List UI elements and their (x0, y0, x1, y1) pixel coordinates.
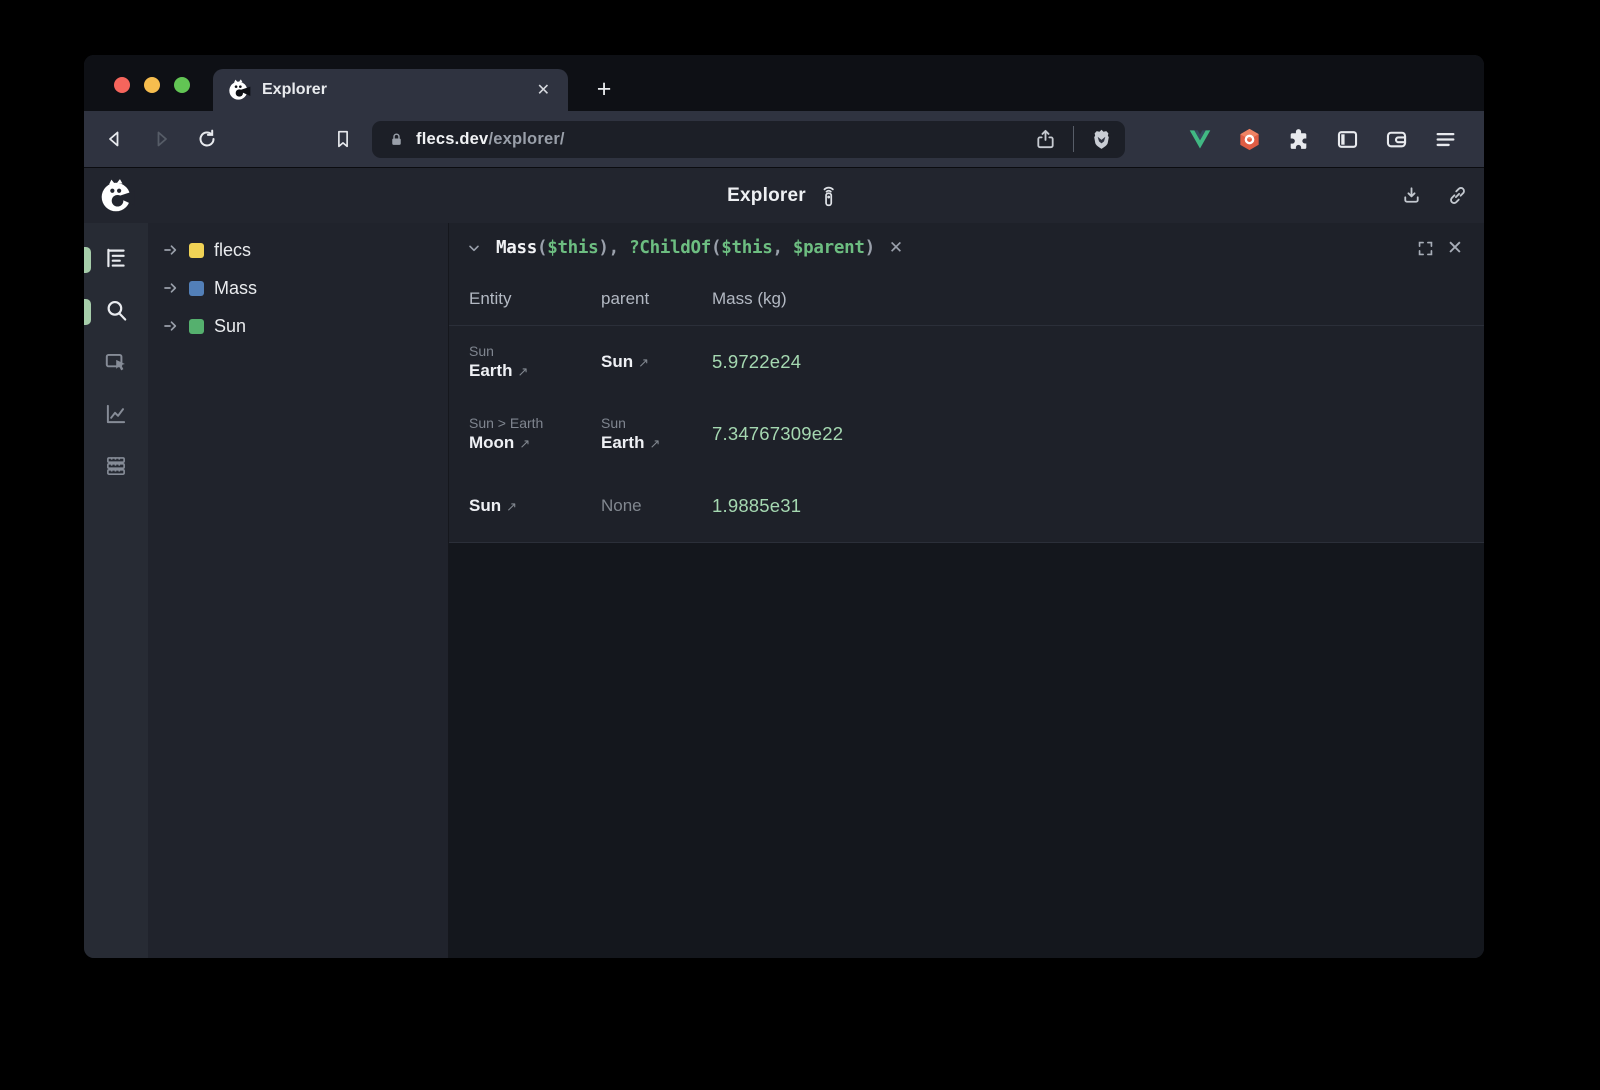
table-row: Sun > Earth Moon↗ Sun Earth↗ 7.34767309e… (449, 398, 1484, 470)
sidebar-item-journal[interactable] (95, 445, 137, 487)
parent-link[interactable]: Sun↗ (601, 351, 712, 373)
entity-tree-panel: flecs Mass Sun (148, 223, 448, 958)
active-panel-indicator (84, 247, 91, 273)
remote-connection-icon[interactable] (817, 183, 841, 209)
query-expression[interactable]: Mass($this), ?ChildOf($this, $parent) (496, 238, 875, 258)
tree-item-label: Mass (214, 278, 257, 299)
ne-arrow-icon: ↗ (519, 436, 530, 451)
extensions-puzzle-icon[interactable] (1285, 126, 1311, 152)
table-header: Entity parent Mass (kg) (449, 273, 1484, 326)
active-panel-indicator (84, 299, 91, 325)
ne-arrow-icon: ↗ (517, 364, 528, 379)
url-domain: flecs.dev (416, 130, 488, 148)
mass-value: 7.34767309e22 (712, 423, 1464, 445)
chevron-down-icon[interactable] (459, 233, 489, 263)
tree-item-label: Sun (214, 316, 246, 337)
ne-arrow-icon: ↗ (506, 499, 517, 514)
parent-none: None (601, 495, 712, 517)
table-row: Sun Earth↗ Sun↗ 5.9722e24 (449, 326, 1484, 398)
parent-cell: None (601, 495, 712, 517)
sidebar-item-search[interactable] (95, 289, 137, 331)
link-button[interactable] (1440, 179, 1474, 213)
zoom-window-button[interactable] (174, 77, 190, 93)
traffic-lights (114, 77, 190, 93)
entity-path: Sun > Earth (469, 414, 601, 432)
parent-path: Sun (601, 414, 712, 432)
expand-arrow-icon[interactable] (163, 242, 179, 258)
url-path: /explorer/ (488, 130, 564, 148)
query-panel-close-button[interactable]: ✕ (1440, 233, 1470, 263)
bookmark-button[interactable] (326, 122, 360, 156)
app-header: Explorer (84, 167, 1484, 223)
tree-item-label: flecs (214, 240, 251, 261)
page-title: Explorer (727, 185, 806, 207)
entity-color-swatch (189, 281, 204, 296)
download-button[interactable] (1394, 179, 1428, 213)
entity-path: Sun (469, 342, 601, 360)
entity-color-swatch (189, 243, 204, 258)
reload-button[interactable] (190, 122, 224, 156)
query-panel: Mass($this), ?ChildOf($this, $parent) ✕ … (448, 223, 1484, 958)
new-tab-button[interactable]: + (587, 72, 621, 106)
sidebar-item-inspect[interactable] (95, 341, 137, 383)
extensions-group (1187, 126, 1458, 152)
tree-item-sun[interactable]: Sun (148, 307, 448, 345)
browser-tab-explorer[interactable]: Explorer ✕ (213, 69, 568, 111)
fullscreen-icon[interactable] (1410, 233, 1440, 263)
entity-link[interactable]: Moon↗ (469, 432, 601, 454)
column-header-parent: parent (601, 289, 712, 309)
mass-value: 1.9885e31 (712, 495, 1464, 517)
left-icon-sidebar (84, 223, 148, 958)
entity-link[interactable]: Sun↗ (469, 495, 601, 517)
main-content: flecs Mass Sun Mas (84, 223, 1484, 958)
browser-window: Explorer ✕ + flecs.dev/explorer/ (84, 55, 1484, 958)
tree-item-mass[interactable]: Mass (148, 269, 448, 307)
ne-arrow-icon: ↗ (638, 355, 649, 370)
hexagon-extension-icon[interactable] (1236, 126, 1262, 152)
entity-cell: Sun Earth↗ (469, 342, 601, 382)
forward-button[interactable] (144, 122, 178, 156)
column-header-entity: Entity (469, 289, 601, 309)
column-header-mass: Mass (kg) (712, 289, 1464, 309)
entity-link[interactable]: Earth↗ (469, 360, 601, 382)
close-window-button[interactable] (114, 77, 130, 93)
brave-shields-icon[interactable] (1084, 122, 1118, 156)
expand-arrow-icon[interactable] (163, 280, 179, 296)
tab-title: Explorer (262, 81, 533, 99)
tab-bar: Explorer ✕ + (84, 55, 1484, 111)
query-results-empty-area (449, 543, 1484, 958)
parent-cell: Sun Earth↗ (601, 414, 712, 454)
address-bar[interactable]: flecs.dev/explorer/ (372, 121, 1125, 158)
vue-devtools-extension-icon[interactable] (1187, 126, 1213, 152)
entity-color-swatch (189, 319, 204, 334)
mass-value: 5.9722e24 (712, 351, 1464, 373)
browser-toolbar: flecs.dev/explorer/ (84, 111, 1484, 167)
query-header: Mass($this), ?ChildOf($this, $parent) ✕ … (449, 223, 1484, 273)
tree-item-flecs[interactable]: flecs (148, 231, 448, 269)
flecs-logo-icon (98, 177, 136, 215)
url-text: flecs.dev/explorer/ (416, 130, 565, 149)
ne-arrow-icon: ↗ (649, 436, 660, 451)
toolbar-divider (1073, 126, 1075, 152)
share-button[interactable] (1029, 122, 1063, 156)
parent-cell: Sun↗ (601, 351, 712, 373)
query-clear-button[interactable]: ✕ (885, 238, 907, 258)
tab-close-button[interactable]: ✕ (533, 78, 554, 102)
sidebar-toggle-icon[interactable] (1334, 126, 1360, 152)
parent-link[interactable]: Earth↗ (601, 432, 712, 454)
back-button[interactable] (98, 122, 132, 156)
entity-cell: Sun↗ (469, 495, 601, 517)
expand-arrow-icon[interactable] (163, 318, 179, 334)
minimize-window-button[interactable] (144, 77, 160, 93)
sidebar-item-tree[interactable] (95, 237, 137, 279)
entity-cell: Sun > Earth Moon↗ (469, 414, 601, 454)
table-row: Sun↗ None 1.9885e31 (449, 470, 1484, 542)
menu-icon[interactable] (1432, 126, 1458, 152)
flecs-favicon-icon (227, 78, 251, 102)
sidebar-item-stats[interactable] (95, 393, 137, 435)
query-term: Mass (496, 238, 537, 258)
wallet-icon[interactable] (1383, 126, 1409, 152)
lock-icon[interactable] (386, 129, 406, 149)
